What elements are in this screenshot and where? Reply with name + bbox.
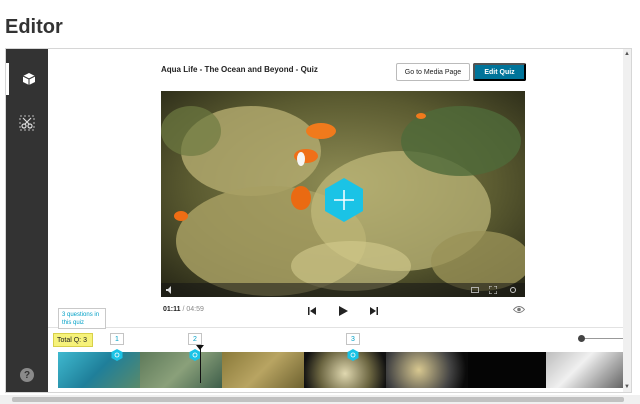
cube-icon [22,73,35,85]
duration: / 04:59 [182,306,204,313]
scroll-down-icon[interactable]: ▼ [624,384,630,390]
sidebar-item-quiz[interactable] [6,63,48,95]
editor-sidebar: ? [6,49,48,392]
zoom-slider-handle[interactable] [578,335,585,342]
playhead-line[interactable] [200,345,201,383]
volume-icon[interactable] [166,286,174,294]
eye-icon[interactable] [513,305,525,314]
editor-frame: ? Aqua Life - The Ocean and Beyond - Qui… [5,48,632,393]
question-marker-3[interactable]: 3 [346,333,360,345]
cuepoint-icon[interactable] [111,349,123,361]
video-player[interactable] [161,91,525,297]
next-icon[interactable] [368,305,380,317]
timeline-thumbnail [386,352,468,388]
timeline-filmstrip[interactable] [58,352,628,388]
captions-icon[interactable] [471,286,479,294]
play-icon[interactable] [337,305,349,317]
timeline-thumbnail [58,352,140,388]
page-title: Editor [5,16,63,38]
cuepoint-icon[interactable] [347,349,359,361]
main-content: Aqua Life - The Ocean and Beyond - Quiz … [48,49,631,392]
timeline-thumbnail [546,352,628,388]
horizontal-scrollbar[interactable] [0,395,640,404]
scroll-up-icon[interactable]: ▲ [624,51,630,57]
timeline-thumbnail [222,352,304,388]
previous-icon[interactable] [306,305,318,317]
video-title: Aqua Life - The Ocean and Beyond - Quiz [161,65,318,74]
plus-hexagon-icon[interactable] [324,177,364,223]
settings-icon[interactable] [509,286,517,294]
go-to-media-page-button[interactable]: Go to Media Page [396,63,470,81]
current-time: 01:11 [163,306,181,313]
total-questions-badge: Total Q: 3 [53,333,93,347]
sidebar-item-clip[interactable] [6,107,48,139]
timeline-thumbnail [140,352,222,388]
help-icon[interactable]: ? [20,368,34,382]
questions-tooltip: 3 questions in this quiz [58,308,106,329]
playback-time: 01:11 / 04:59 [163,306,204,313]
editor-page: Editor ? Aqua Life - The Ocean and Beyon… [0,0,640,404]
question-marker-2[interactable]: 2 [188,333,202,345]
fullscreen-icon[interactable] [489,286,497,294]
timeline-thumbnail [468,352,546,388]
horizontal-scroll-thumb[interactable] [12,397,624,402]
video-controls-bar [161,283,525,297]
timeline-divider [48,327,631,328]
timeline-thumbnail [304,352,386,388]
scissors-icon [19,115,35,131]
vertical-scrollbar[interactable]: ▲ ▼ [623,49,631,392]
question-marker-1[interactable]: 1 [110,333,124,345]
edit-quiz-button[interactable]: Edit Quiz [473,63,526,81]
